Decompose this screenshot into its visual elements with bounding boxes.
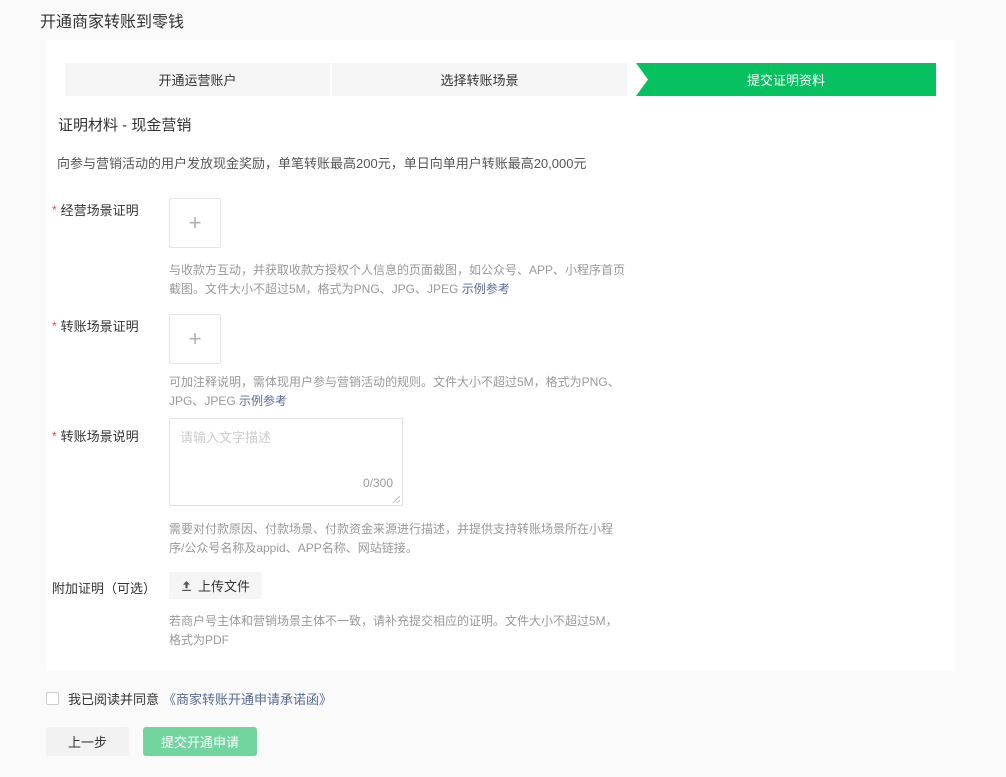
step-submit-proof-active: 提交证明资料 (636, 63, 936, 96)
upload-file-button[interactable]: 上传文件 (169, 572, 262, 599)
step-label: 选择转账场景 (440, 70, 518, 89)
field-label-additional-proof: 附加证明（可选） (52, 578, 156, 597)
example-reference-link[interactable]: 示例参考 (462, 282, 510, 296)
required-asterisk: * (52, 319, 57, 333)
previous-step-button[interactable]: 上一步 (46, 727, 129, 756)
field-label-business-scene-proof: *经营场景证明 (52, 200, 139, 219)
upload-icon (181, 580, 192, 592)
example-reference-link[interactable]: 示例参考 (239, 394, 287, 408)
field-label-transfer-scene-proof: *转账场景证明 (52, 316, 139, 335)
additional-proof-help: 若商户号主体和营销场景主体不一致，请补充提交相应的证明。文件大小不超过5M，格式… (169, 612, 627, 650)
agreement-checkbox[interactable] (46, 692, 59, 705)
agreement-letter-link[interactable]: 《商家转账开通申请承诺函》 (163, 689, 332, 708)
step-bar: 开通运营账户 选择转账场景 提交证明资料 (65, 63, 937, 96)
transfer-scene-description-wrap: 0/300 (169, 418, 403, 506)
business-scene-help: 与收款方互动，并获取收款方授权个人信息的页面截图，如公众号、APP、小程序首页截… (169, 261, 627, 299)
required-asterisk: * (52, 203, 57, 217)
agreement-label: 我已阅读并同意 (68, 689, 159, 708)
form-card: 开通运营账户 选择转账场景 提交证明资料 证明材料 - 现金营销 向参与营销活动… (46, 40, 955, 671)
char-counter: 0/300 (363, 476, 393, 490)
transfer-scene-description-help: 需要对付款原因、付款场景、付款资金来源进行描述，并提供支持转账场景所在小程序/公… (169, 520, 627, 558)
step-choose-transfer-scene: 选择转账场景 (332, 63, 627, 96)
page: 开通商家转账到零钱 开通运营账户 选择转账场景 提交证明资料 证明材料 - 现金… (0, 0, 1006, 777)
plus-icon: + (189, 212, 202, 234)
field-label-transfer-scene-description: *转账场景说明 (52, 426, 139, 445)
transfer-scene-upload-box[interactable]: + (169, 314, 221, 364)
business-scene-upload-box[interactable]: + (169, 198, 221, 248)
required-asterisk: * (52, 429, 57, 443)
section-title: 证明材料 - 现金营销 (58, 114, 191, 135)
agreement-row: 我已阅读并同意 《商家转账开通申请承诺函》 (46, 689, 332, 708)
resize-handle-icon[interactable] (392, 495, 401, 504)
transfer-scene-help: 可加注释说明，需体现用户参与营销活动的规则。文件大小不超过5M，格式为PNG、J… (169, 373, 627, 411)
step-label: 开通运营账户 (158, 70, 236, 89)
section-description: 向参与营销活动的用户发放现金奖励，单笔转账最高200元，单日向单用户转账最高20… (57, 153, 586, 172)
plus-icon: + (189, 328, 202, 350)
transfer-scene-description-textarea[interactable] (169, 418, 403, 506)
step-open-operating-account: 开通运营账户 (65, 63, 330, 96)
step-label: 提交证明资料 (747, 70, 825, 89)
submit-application-button[interactable]: 提交开通申请 (143, 727, 257, 756)
page-title: 开通商家转账到零钱 (40, 8, 184, 32)
